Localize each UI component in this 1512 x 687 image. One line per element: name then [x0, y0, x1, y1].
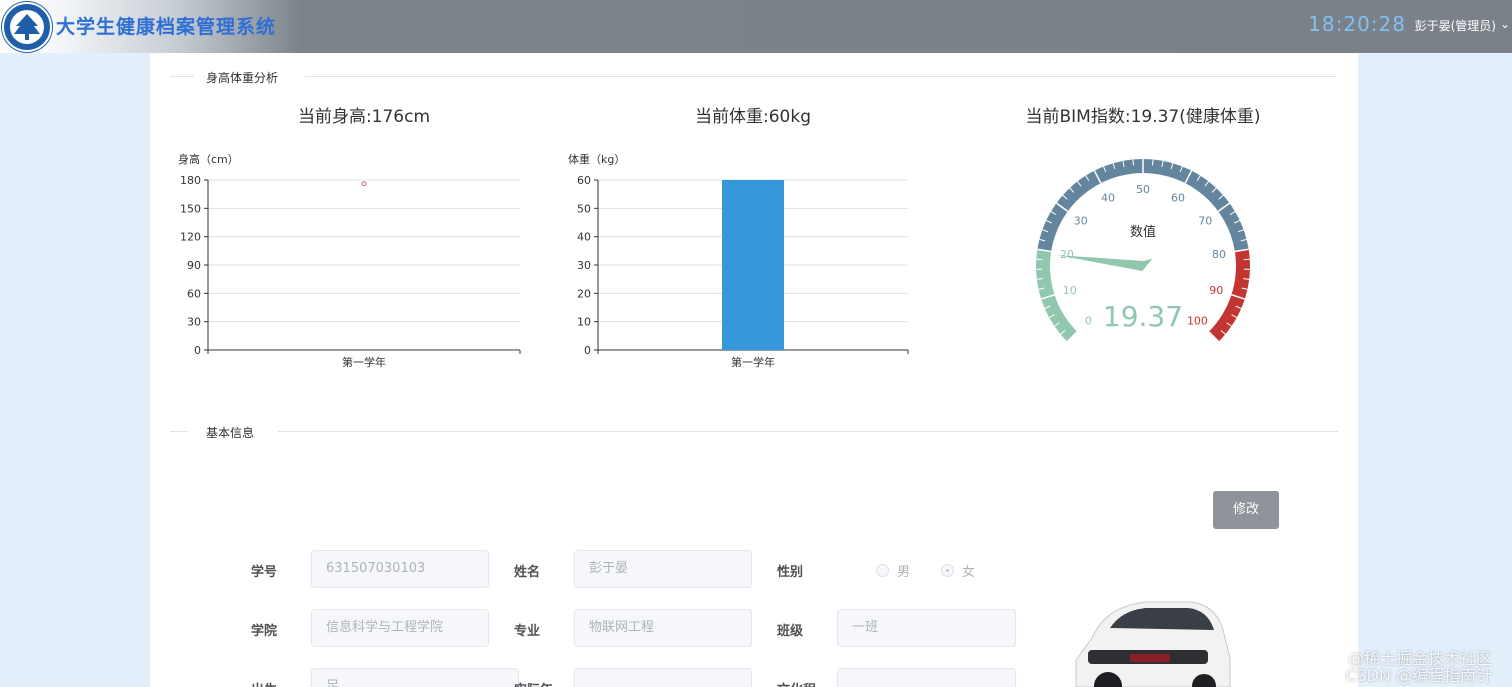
y-tick-label: 180 [180, 174, 201, 187]
section-title-basic-info: 基本信息 [206, 426, 255, 440]
gender-option-label: 女 [962, 565, 976, 580]
height-chart-title: 当前身高:176cm [297, 107, 431, 127]
field-label-education: 文化程 [777, 679, 816, 687]
y-axis-label: 身高（cm） [178, 152, 239, 166]
y-tick-label: 10 [577, 316, 591, 329]
bmi-chart-title: 当前BIM指数:19.37(健康体重) [1025, 107, 1261, 127]
gender-radio-male[interactable]: 男 [876, 561, 910, 580]
height-chart: 身高（cm） 0 30 60 90 120 150 180 第一学年 [178, 152, 521, 369]
section-title-body-analysis: 身高体重分析 [206, 71, 279, 85]
weight-chart-title: 当前体重:60kg [695, 107, 811, 127]
section-divider [170, 431, 188, 432]
gender-radio-female[interactable]: 女 [941, 561, 975, 580]
y-tick-label: 40 [577, 231, 591, 244]
gauge-tick-label: 40 [1101, 191, 1115, 204]
gauge-tick-label: 30 [1074, 215, 1088, 228]
name-input[interactable]: 彭于晏 [574, 550, 752, 588]
bar [722, 180, 784, 350]
edit-button[interactable]: 修改 [1213, 491, 1279, 529]
y-tick-label: 50 [577, 202, 591, 215]
radio-icon[interactable] [876, 564, 889, 577]
y-axis-label: 体重（kg） [568, 152, 625, 166]
y-tick-label: 30 [577, 259, 591, 272]
user-menu[interactable]: 彭于晏(管理员) [1415, 17, 1496, 34]
gauge-tick-label: 100 [1187, 314, 1208, 327]
field-label-student-id: 学号 [251, 565, 278, 580]
gauge-name: 数值 [1130, 224, 1156, 240]
y-tick-label: 20 [577, 287, 591, 300]
y-tick-label: 30 [187, 316, 201, 329]
field-label-name: 姓名 [514, 565, 541, 580]
education-input[interactable] [837, 668, 1016, 687]
bmi-gauge-chart: 0 10 20 30 40 50 60 70 80 90 100 数值 19.37 [1036, 159, 1250, 343]
gauge-tick-label: 70 [1198, 215, 1212, 228]
app-title: 大学生健康档案管理系统 [56, 16, 277, 38]
field-label-class: 班级 [777, 624, 804, 639]
age-input[interactable] [574, 668, 752, 687]
field-label-gender: 性别 [777, 565, 804, 580]
y-tick-label: 150 [180, 202, 201, 215]
x-tick-label: 第一学年 [731, 355, 775, 369]
gauge-tick-label: 80 [1212, 248, 1226, 261]
clock: 18:20:28 [1308, 12, 1406, 36]
section-divider [278, 431, 1338, 432]
gauge-minor-tick [1132, 159, 1134, 166]
major-input[interactable]: 物联网工程 [574, 609, 752, 647]
gauge-tick-label: 10 [1063, 284, 1077, 297]
section-divider [305, 76, 1337, 77]
y-tick-label: 60 [577, 174, 591, 187]
gauge-value-label: 19.37 [1103, 300, 1183, 333]
field-label-birth: 出生 [251, 679, 277, 687]
field-label-age: 实际年 [514, 679, 553, 687]
birth-input[interactable]: 足 [311, 668, 519, 687]
class-input[interactable]: 一班 [837, 609, 1016, 647]
gauge-pointer [1056, 254, 1153, 271]
chevron-down-icon[interactable]: ⌄ [1500, 17, 1510, 31]
gauge-tick-label: 0 [1085, 314, 1092, 327]
gender-option-label: 男 [897, 565, 911, 580]
car-photo [1075, 601, 1231, 687]
field-label-major: 专业 [514, 624, 541, 639]
section-divider [170, 76, 194, 77]
gauge-tick-label: 50 [1136, 183, 1150, 196]
x-tick-label: 第一学年 [342, 355, 386, 369]
college-input[interactable]: 信息科学与工程学院 [311, 609, 489, 647]
student-id-input[interactable]: 631507030103 [311, 550, 489, 588]
main-panel: 身高体重分析 当前身高:176cm 当前体重:60kg 当前BIM指数:19.3… [150, 53, 1358, 687]
university-logo-icon [2, 2, 52, 52]
y-tick-label: 0 [584, 344, 591, 357]
top-header: 大学生健康档案管理系统 18:20:28 彭于晏(管理员) ⌄ [0, 0, 1512, 53]
gauge-tick-label: 60 [1171, 191, 1185, 204]
field-label-college: 学院 [251, 624, 278, 639]
gauge-tick-label: 90 [1209, 284, 1223, 297]
watermark-line2: CSDN @编程指南针 [1345, 666, 1492, 685]
radio-icon[interactable] [941, 564, 954, 577]
gauge-minor-tick [1152, 159, 1154, 166]
y-tick-label: 120 [180, 231, 201, 244]
y-tick-label: 0 [194, 344, 201, 357]
weight-chart: 体重（kg）0102030405060学期第一学年 [568, 152, 909, 369]
y-tick-label: 90 [187, 259, 201, 272]
data-point [361, 181, 367, 187]
gauge-tick-label: 20 [1060, 248, 1074, 261]
y-tick-label: 60 [187, 287, 201, 300]
